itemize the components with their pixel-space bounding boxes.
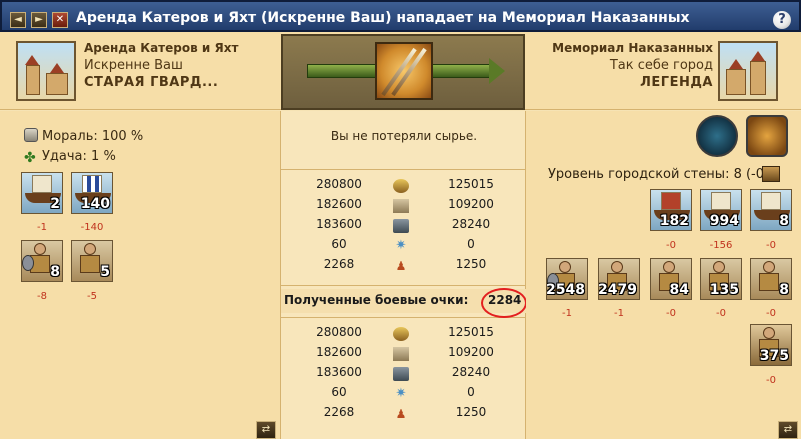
attacker-city-image[interactable]	[16, 41, 76, 101]
defender-unit-bireme[interactable]: 994	[700, 189, 742, 231]
unit-loss: -1	[562, 308, 572, 319]
population-icon: ♟	[395, 407, 407, 421]
attacker-panel: Мораль: 100 % ✤ Удача: 1 % 2 -1 140 -140 …	[0, 111, 280, 439]
unit-loss: -0	[766, 308, 776, 319]
unit-loss: -156	[709, 240, 733, 251]
defender-town-link[interactable]: Мемориал Наказанных	[552, 40, 713, 57]
table-row: 280800 125015	[316, 325, 494, 341]
unit-loss: -8	[37, 291, 47, 302]
table-row: 2268 ♟ 1250	[323, 405, 487, 421]
attacker-info: Аренда Катеров и Яхт Искренне Ваш СТАРАЯ…	[84, 40, 238, 91]
attacker-unit-fast-transport[interactable]: 140	[71, 172, 113, 214]
defender-unit-archer[interactable]: 2479	[598, 258, 640, 300]
table-row: 182600 109200	[316, 197, 494, 213]
morale-stat: Мораль: 100 %	[24, 128, 143, 144]
table-row: 60 ✷ 0	[331, 385, 475, 401]
unit-loss: -0	[766, 375, 776, 386]
table-row: 183600 28240	[316, 217, 491, 233]
attacker-player-link[interactable]: Искренне Ваш	[84, 57, 238, 74]
stone-icon	[393, 199, 409, 213]
unit-loss: -1	[37, 222, 47, 233]
silver-icon	[393, 367, 409, 381]
table-row: 2268 ♟ 1250	[323, 257, 487, 273]
defender-panel: Уровень городской стены: 8 (-0) 182 -0 9…	[526, 111, 801, 439]
wood-icon	[393, 179, 409, 193]
population-icon: ♟	[395, 259, 407, 273]
stone-icon	[393, 347, 409, 361]
attacker-unit-hoplite[interactable]: 8	[21, 240, 63, 282]
unit-loss: -5	[87, 291, 97, 302]
tower-icon[interactable]	[746, 115, 788, 157]
back-button[interactable]: ◄	[10, 12, 26, 28]
title-bar: ◄ ► ✕ Аренда Катеров и Яхт (Искренне Ваш…	[0, 0, 801, 32]
highlight-circle	[481, 288, 527, 318]
unit-loss: -0	[666, 308, 676, 319]
wall-icon	[762, 166, 780, 182]
morale-icon	[24, 128, 38, 142]
attack-banner	[281, 34, 525, 110]
simulator-button[interactable]: ⇄	[778, 421, 798, 439]
battle-report-window: ◄ ► ✕ Аренда Катеров и Яхт (Искренне Ваш…	[0, 0, 801, 439]
city-wall-level: Уровень городской стены: 8 (-0)	[548, 167, 770, 182]
table-row: 280800 125015	[316, 177, 494, 193]
table-row: 183600 28240	[316, 365, 491, 381]
attacker-unit-swordsman[interactable]: 5	[71, 240, 113, 282]
resources-lost-text: Вы не потеряли сырье.	[330, 129, 478, 143]
unit-loss: -0	[766, 240, 776, 251]
battle-points-label: Полученные боевые очки:	[284, 293, 469, 307]
defender-unit-fire-ship[interactable]: 182	[650, 189, 692, 231]
favor-icon: ✷	[395, 386, 407, 401]
defender-player-link[interactable]: Так себе город	[552, 57, 713, 74]
table-row: 60 ✷ 0	[331, 237, 475, 253]
defender-rank: ЛЕГЕНДА	[640, 75, 713, 90]
attacker-unit-transport-ship[interactable]: 2	[21, 172, 63, 214]
report-panel: Вы не потеряли сырье. 280800 125015 18260…	[280, 111, 527, 439]
luck-stat: ✤ Удача: 1 %	[24, 149, 116, 166]
divider	[281, 169, 527, 170]
divider	[281, 317, 527, 318]
defender-unit-slinger[interactable]: 84	[650, 258, 692, 300]
forward-button[interactable]: ►	[31, 12, 47, 28]
wood-icon	[393, 327, 409, 341]
defender-info: Мемориал Наказанных Так себе город ЛЕГЕН…	[552, 40, 713, 91]
table-row: 182600 109200	[316, 345, 494, 361]
spear-attack-icon	[375, 42, 433, 100]
attacker-town-link[interactable]: Аренда Катеров и Яхт	[84, 40, 238, 57]
divider	[281, 285, 527, 286]
hero-icon[interactable]	[696, 115, 738, 157]
arrow-right-icon	[489, 58, 505, 84]
defender-unit-chariot[interactable]: 8	[750, 258, 792, 300]
close-button[interactable]: ✕	[52, 12, 68, 28]
defender-unit-hoplite[interactable]: 2548	[546, 258, 588, 300]
defender-city-image[interactable]	[718, 41, 778, 101]
favor-icon: ✷	[395, 238, 407, 253]
unit-loss: -0	[716, 308, 726, 319]
simulator-button[interactable]: ⇄	[256, 421, 276, 439]
unit-loss: -140	[80, 222, 104, 233]
unit-loss: -0	[666, 240, 676, 251]
defender-unit-horseman[interactable]: 135	[700, 258, 742, 300]
clover-icon: ✤	[24, 150, 36, 166]
unit-loss: -1	[614, 308, 624, 319]
attacker-rank: СТАРАЯ ГВАРД...	[84, 75, 219, 90]
window-title: Аренда Катеров и Яхт (Искренне Ваш) напа…	[76, 10, 690, 26]
defender-unit-transport-ship[interactable]: 8	[750, 189, 792, 231]
defender-unit-militia[interactable]: 375	[750, 324, 792, 366]
silver-icon	[393, 219, 409, 233]
help-button[interactable]: ?	[773, 11, 791, 29]
